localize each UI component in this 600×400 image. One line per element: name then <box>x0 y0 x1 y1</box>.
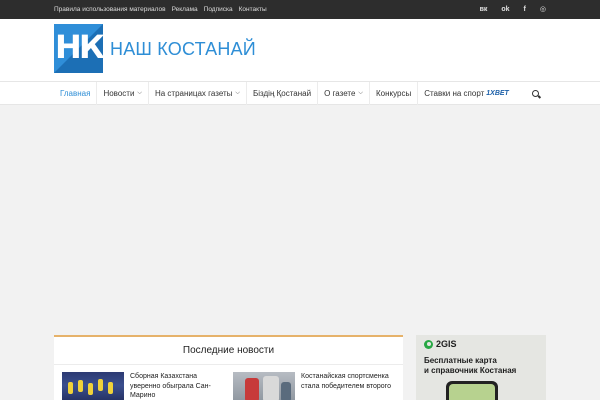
nav-item-newspaper-pages[interactable]: На страницах газеты ⌵ <box>149 82 247 105</box>
2gis-brand: 2GIS <box>436 339 457 349</box>
nav-item-label: Главная <box>60 89 91 98</box>
player-figure <box>108 382 113 394</box>
nav-item-label: Конкурсы <box>375 89 412 98</box>
person-figure <box>245 378 259 400</box>
2gis-ad-line: и справочник Костаная <box>424 366 517 375</box>
latest-news-title: Последние новости <box>182 345 275 356</box>
1xbet-badge: 1XBET <box>486 90 509 97</box>
nav-item-news[interactable]: Новости ⌵ <box>97 82 149 105</box>
top-link-ads[interactable]: Реклама <box>172 6 198 13</box>
nav-item-home[interactable]: Главная <box>54 82 98 105</box>
phone-screen <box>449 384 495 400</box>
top-link-subscribe[interactable]: Подписка <box>204 6 233 13</box>
2gis-pin-icon <box>424 339 433 349</box>
player-figure <box>88 383 93 395</box>
person-figure <box>281 382 291 400</box>
divider <box>54 364 403 365</box>
2gis-ad[interactable]: 2GIS Бесплатные карта и справочник Коста… <box>416 335 546 400</box>
nav-item-bizdin-kostanay[interactable]: Біздің Қостанай <box>247 82 319 105</box>
news-thumbnail[interactable] <box>62 372 124 400</box>
nav-items: Главная Новости ⌵ На страницах газеты ⌵ … <box>54 82 546 105</box>
nav-item-label: Ставки на спорт <box>424 89 485 98</box>
nav-item-about[interactable]: О газете ⌵ <box>318 82 370 105</box>
nav-item-label: О газете <box>324 89 356 98</box>
top-links: Правила использования материалов Реклама… <box>54 0 267 19</box>
chevron-down-icon: ⌵ <box>137 90 142 96</box>
2gis-ad-line: Бесплатные карта <box>424 356 497 365</box>
nav-item-sport-bets[interactable]: Ставки на спорт 1XBET <box>418 82 515 105</box>
news-caption[interactable]: Костанайская спортсменка стала победител… <box>301 372 396 391</box>
top-bar: Правила использования материалов Реклама… <box>0 0 600 19</box>
news-card[interactable]: Костанайская спортсменка стала победител… <box>233 372 398 400</box>
news-caption[interactable]: Сборная Казахстана уверенно обыграла Сан… <box>130 372 225 400</box>
chevron-down-icon: ⌵ <box>358 90 363 96</box>
phone-image <box>446 381 498 400</box>
player-figure <box>78 380 83 392</box>
instagram-icon[interactable]: ◎ <box>540 6 546 13</box>
facebook-icon[interactable]: f <box>524 6 526 13</box>
site-header: НК НАШ КОСТАНАЙ <box>0 19 600 81</box>
nav-item-label: На страницах газеты <box>154 89 233 98</box>
odnoklassniki-icon[interactable]: ok <box>501 6 509 13</box>
site-logo[interactable]: НК <box>54 24 103 73</box>
player-figure <box>98 379 103 391</box>
news-thumbnail[interactable] <box>233 372 295 400</box>
top-link-rules[interactable]: Правила использования материалов <box>54 6 166 13</box>
logo-letters: НК <box>55 28 103 66</box>
search-icon <box>531 90 539 97</box>
person-figure <box>263 376 279 400</box>
news-card[interactable]: Сборная Казахстана уверенно обыграла Сан… <box>62 372 227 400</box>
nav-item-label: Біздің Қостанай <box>252 89 312 98</box>
top-link-contacts[interactable]: Контакты <box>239 6 267 13</box>
latest-news-widget: Последние новости Сборная Казахстана уве… <box>54 335 403 400</box>
2gis-logo: 2GIS <box>424 339 457 349</box>
player-figure <box>68 382 73 394</box>
main-nav: Главная Новости ⌵ На страницах газеты ⌵ … <box>0 81 600 105</box>
chevron-down-icon: ⌵ <box>235 90 240 96</box>
nav-item-contests[interactable]: Конкурсы <box>370 82 419 105</box>
ad-banner-area <box>0 105 600 335</box>
nav-item-label: Новости <box>103 89 135 98</box>
nav-search-button[interactable] <box>524 82 546 105</box>
site-title[interactable]: НАШ КОСТАНАЙ <box>110 39 256 60</box>
social-links: вк ok f ◎ <box>480 0 546 19</box>
vk-icon[interactable]: вк <box>480 6 488 13</box>
